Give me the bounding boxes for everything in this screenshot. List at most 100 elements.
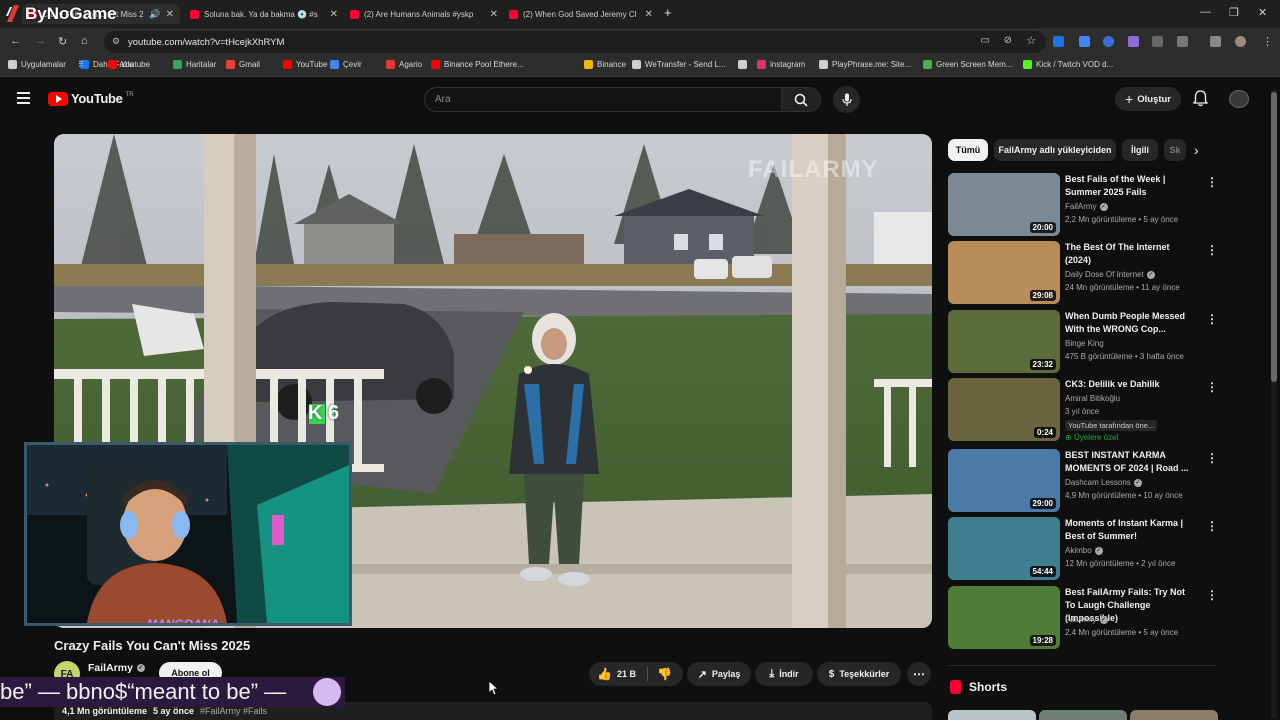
profile-avatar-icon[interactable] xyxy=(1235,36,1246,47)
like-count[interactable]: 21 B xyxy=(617,669,636,679)
bookmark-item[interactable]: Kick / Twitch VOD d... xyxy=(1023,60,1113,69)
apps-grid-icon[interactable]: ⠿ xyxy=(78,60,84,69)
channel-name-link[interactable]: FailArmy ✓ xyxy=(88,662,145,674)
download-button[interactable]: ⤓ İndir xyxy=(755,662,813,686)
video-thumbnail[interactable]: 54:44 xyxy=(948,517,1060,580)
recommended-video[interactable]: 19:28 Best FailArmy Fails: Try Not To Lau… xyxy=(948,586,1218,650)
scrollbar-thumb[interactable] xyxy=(1271,92,1277,382)
bookmark-star-icon[interactable]: ☆ xyxy=(1026,34,1036,47)
translate-extension-icon[interactable] xyxy=(1079,36,1090,47)
shorts-thumbnail[interactable] xyxy=(1039,710,1127,720)
recommended-video[interactable]: 29:08 The Best Of The Internet (2024) Dail… xyxy=(948,241,1218,305)
recommended-channel[interactable]: Akimbo ✓ xyxy=(1065,546,1103,555)
bookmark-item[interactable]: WeTransfer - Send L... xyxy=(632,60,725,69)
home-icon[interactable]: ⌂ xyxy=(81,35,88,47)
recommended-channel[interactable]: Daily Dose Of Internet ✓ xyxy=(1065,270,1155,279)
chip-more[interactable]: Sk xyxy=(1164,139,1186,161)
audio-extension-icon[interactable] xyxy=(1103,36,1114,47)
more-options-icon[interactable]: ⋮ xyxy=(1206,175,1218,189)
more-options-icon[interactable]: ⋮ xyxy=(1206,588,1218,602)
recommended-channel[interactable]: Amiral Bitikoğlu xyxy=(1065,394,1120,403)
recommended-video[interactable]: 29:00 BEST INSTANT KARMA MOMENTS OF 2024 … xyxy=(948,449,1218,513)
more-options-icon[interactable]: ⋮ xyxy=(1206,519,1218,533)
bookmark-item[interactable]: Çevir xyxy=(330,60,362,69)
restore-icon[interactable]: ❐ xyxy=(1229,6,1239,19)
cast-icon[interactable]: ▭ xyxy=(981,35,990,46)
video-thumbnail[interactable]: 20:00 xyxy=(948,173,1060,236)
create-button[interactable]: + Oluştur xyxy=(1115,87,1181,111)
voice-search-button[interactable] xyxy=(833,86,860,113)
more-options-icon[interactable]: ⋮ xyxy=(1206,380,1218,394)
recommended-channel[interactable]: Dashcam Lessons ✓ xyxy=(1065,478,1142,487)
notifications-button[interactable] xyxy=(1192,90,1209,112)
dislike-icon[interactable]: 👎 xyxy=(657,667,672,681)
recommended-video-title[interactable]: When Dumb People Messed With the WRONG C… xyxy=(1065,310,1195,336)
video-thumbnail[interactable]: 19:28 xyxy=(948,586,1060,649)
video-thumbnail[interactable]: 29:00 xyxy=(948,449,1060,512)
recommended-video[interactable]: 23:32 When Dumb People Messed With the WR… xyxy=(948,310,1218,374)
bookmark-item[interactable]: Green Screen Mem... xyxy=(923,60,1012,69)
screenshot-extension-icon[interactable] xyxy=(1152,36,1163,47)
browser-menu-icon[interactable]: ⋮ xyxy=(1262,35,1273,48)
reading-list-icon[interactable] xyxy=(1210,36,1221,47)
recommended-video-title[interactable]: Moments of Instant Karma | Best of Summe… xyxy=(1065,517,1195,543)
site-info-icon[interactable]: ⚙ xyxy=(112,36,120,47)
tab[interactable]: Soluna bak. Ya da bakma 💿 #s ✕ xyxy=(184,4,344,24)
recommended-video-title[interactable]: BEST INSTANT KARMA MOMENTS OF 2024 | Roa… xyxy=(1065,449,1195,475)
bookmark-item[interactable]: Youtube xyxy=(108,60,150,69)
search-input[interactable]: Ara xyxy=(424,87,782,112)
chip-from-uploader[interactable]: FailArmy adlı yükleyiciden xyxy=(994,139,1116,161)
recommended-video-title[interactable]: Best Fails of the Week | Summer 2025 Fai… xyxy=(1065,173,1195,199)
more-options-icon[interactable]: ⋮ xyxy=(1206,243,1218,257)
bookmark-item[interactable] xyxy=(738,60,751,69)
close-tab-icon[interactable]: ✕ xyxy=(645,9,653,20)
video-thumbnail[interactable]: 29:08 xyxy=(948,241,1060,304)
chip-all[interactable]: Tümü xyxy=(948,139,988,161)
hashtags[interactable]: #FailArmy #Fails xyxy=(200,706,267,716)
close-tab-icon[interactable]: ✕ xyxy=(330,9,338,20)
bookmark-item[interactable]: Gmail xyxy=(226,60,260,69)
shorts-thumbnail[interactable] xyxy=(948,710,1036,720)
more-actions-icon[interactable]: ⋯ xyxy=(907,662,931,686)
more-options-icon[interactable]: ⋮ xyxy=(1206,451,1218,465)
tab[interactable]: (2) When God Saved Jeremy Cl ✕ xyxy=(503,4,659,24)
recommended-video[interactable]: 54:44 Moments of Instant Karma | Best of … xyxy=(948,517,1218,581)
speaker-icon[interactable]: 🔊 xyxy=(149,9,160,20)
close-window-icon[interactable]: ✕ xyxy=(1258,6,1267,19)
hamburger-menu-icon[interactable] xyxy=(17,92,30,104)
bookmark-item[interactable]: instagram xyxy=(757,60,805,69)
search-button[interactable] xyxy=(781,87,821,112)
bookmark-item[interactable]: YouTube xyxy=(283,60,327,69)
chevron-right-icon[interactable]: › xyxy=(1194,142,1199,158)
recommended-video[interactable]: 0:24 CK3: Delilik ve Dahilik Amiral Bitiko… xyxy=(948,378,1218,442)
bookmark-item[interactable]: Binance xyxy=(584,60,626,69)
bookmark-item[interactable]: Haritalar xyxy=(173,60,216,69)
recommended-video-title[interactable]: CK3: Delilik ve Dahilik xyxy=(1065,378,1195,391)
tab[interactable]: (2) Are Humans Animals #yskp ✕ xyxy=(344,4,504,24)
video-thumbnail[interactable]: 0:24 xyxy=(948,378,1060,441)
close-tab-icon[interactable]: ✕ xyxy=(490,9,498,20)
thanks-button[interactable]: $ Teşekkürler xyxy=(817,662,901,686)
share-button[interactable]: ↗ Paylaş xyxy=(687,662,751,686)
eye-off-icon[interactable]: ⊘ xyxy=(1004,35,1012,46)
recommended-channel[interactable]: FailArmy ✓ xyxy=(1065,202,1108,211)
extensions-puzzle-icon[interactable] xyxy=(1177,36,1188,47)
shorts-thumbnail[interactable] xyxy=(1130,710,1218,720)
close-tab-icon[interactable]: ✕ xyxy=(166,9,174,20)
minimize-icon[interactable]: — xyxy=(1200,6,1211,18)
like-icon[interactable]: 👍 xyxy=(597,667,612,681)
recommended-video-title[interactable]: The Best Of The Internet (2024) xyxy=(1065,241,1195,267)
bookmark-item[interactable]: Binance Pool Ethere... xyxy=(431,60,524,69)
forward-icon[interactable]: → xyxy=(35,35,46,47)
youtube-logo[interactable]: YouTube TR xyxy=(48,91,134,106)
bookmark-item[interactable]: Uygulamalar xyxy=(8,60,66,69)
bookmark-item[interactable]: Agario xyxy=(386,60,422,69)
reload-icon[interactable]: ↻ xyxy=(58,35,67,48)
chip-related[interactable]: İlgili xyxy=(1122,139,1158,161)
page-scrollbar[interactable] xyxy=(1271,90,1277,718)
recommended-channel[interactable]: Binge King xyxy=(1065,339,1104,348)
recommended-channel[interactable]: FailArmy ✓ xyxy=(1065,615,1108,624)
bookmark-item[interactable]: PlayPhrase.me: Site... xyxy=(819,60,911,69)
extension-new-icon[interactable] xyxy=(1053,36,1064,47)
recommended-video[interactable]: 20:00 Best Fails of the Week | Summer 202… xyxy=(948,173,1218,237)
